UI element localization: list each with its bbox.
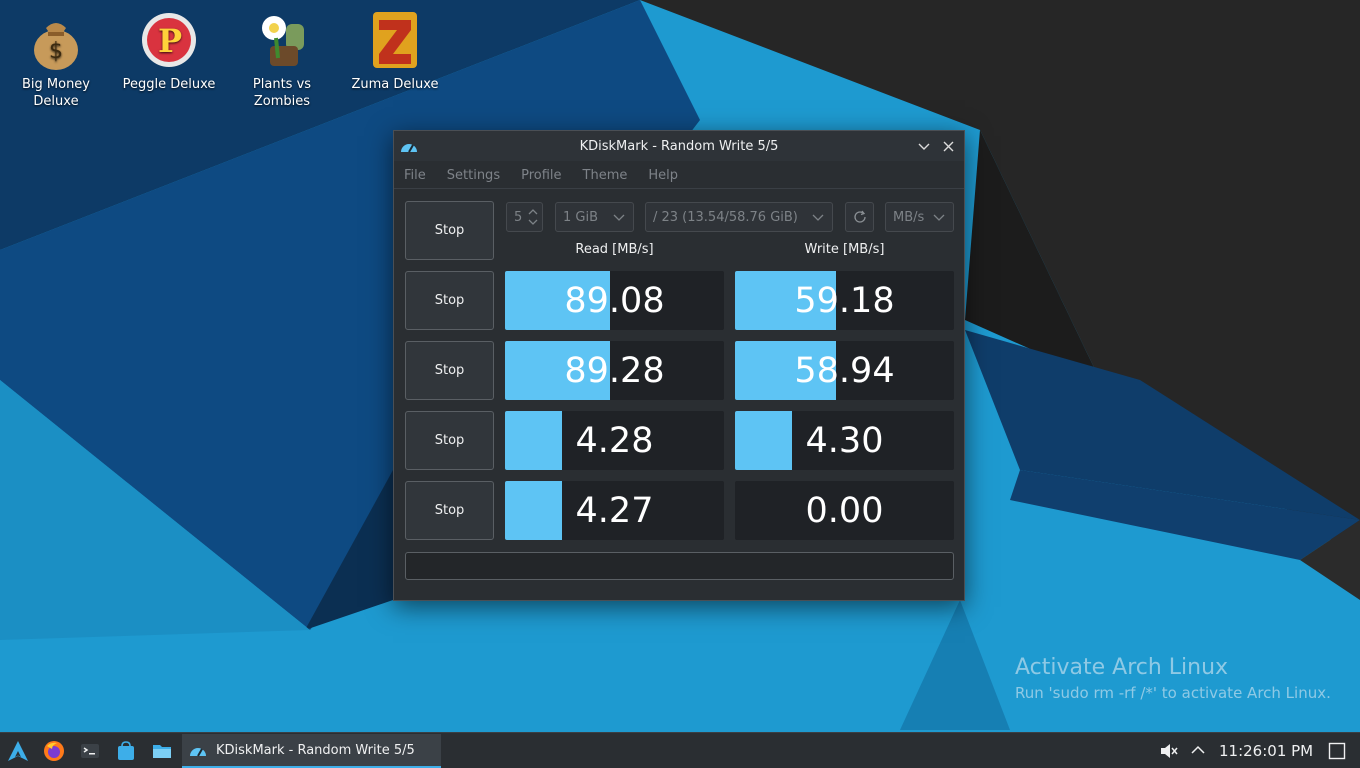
test-size-value: 1 GiB xyxy=(563,209,599,225)
desktop-icon-label: Peggle Deluxe xyxy=(122,77,216,92)
show-desktop-icon[interactable] xyxy=(1328,742,1346,760)
read-value: 4.28 xyxy=(575,420,654,461)
unit-value: MB/s xyxy=(893,209,925,225)
desktop-icon-zuma[interactable]: Zuma Deluxe xyxy=(345,10,445,93)
read-value: 89.28 xyxy=(564,350,665,391)
title-bar[interactable]: KDiskMark - Random Write 5/5 xyxy=(394,131,964,161)
svg-text:P: P xyxy=(158,22,182,60)
unit-dropdown[interactable]: MB/s xyxy=(885,202,954,232)
close-icon xyxy=(943,141,953,151)
taskbar: KDiskMark - Random Write 5/5 11:26:01 PM xyxy=(0,732,1360,768)
drive-dropdown[interactable]: / 23 (13.54/58.76 GiB) xyxy=(645,202,833,232)
desktop-icon-peggle[interactable]: P Peggle Deluxe xyxy=(119,10,219,93)
svg-text:$: $ xyxy=(49,39,63,64)
write-result: 59.18 xyxy=(735,271,954,330)
activation-title: Activate Arch Linux xyxy=(1015,655,1229,680)
activation-subtitle: Run 'sudo rm -rf /*' to activate Arch Li… xyxy=(1015,684,1331,702)
write-value: 4.30 xyxy=(805,420,884,461)
menu-bar: File Settings Profile Theme Help xyxy=(394,163,964,189)
menu-theme[interactable]: Theme xyxy=(583,168,628,183)
desktop-icon-label: Big Money Deluxe xyxy=(21,77,90,109)
write-value: 58.94 xyxy=(794,350,895,391)
write-value: 59.18 xyxy=(794,280,895,321)
write-result: 0.00 xyxy=(735,481,954,540)
close-button[interactable] xyxy=(938,136,958,156)
chevron-down-icon xyxy=(933,214,945,221)
desktop-icon-label: Plants vs Zombies xyxy=(252,77,312,109)
menu-file[interactable]: File xyxy=(404,168,426,183)
desktop-icon-plants-vs-zombies[interactable]: Plants vs Zombies xyxy=(232,10,332,110)
kdiskmark-app-icon xyxy=(401,144,417,153)
speaker-muted-icon[interactable] xyxy=(1159,741,1179,761)
read-value: 4.27 xyxy=(575,490,654,531)
runs-spinbox[interactable]: 5 xyxy=(506,202,543,232)
minimize-button[interactable] xyxy=(914,136,934,156)
read-result: 89.28 xyxy=(505,341,724,400)
write-column-header: Write [MB/s] xyxy=(804,242,885,257)
read-result: 4.27 xyxy=(505,481,724,540)
refresh-drives-button[interactable] xyxy=(845,202,874,232)
read-result: 4.28 xyxy=(505,411,724,470)
read-column-header: Read [MB/s] xyxy=(575,242,654,257)
read-result: 89.08 xyxy=(505,271,724,330)
task-label: KDiskMark - Random Write 5/5 xyxy=(216,742,415,758)
runs-value: 5 xyxy=(514,209,523,225)
firefox-icon[interactable] xyxy=(43,740,65,762)
kdiskmark-app-icon xyxy=(190,748,206,757)
write-result: 4.30 xyxy=(735,411,954,470)
window-title: KDiskMark - Random Write 5/5 xyxy=(579,138,779,154)
clock[interactable]: 11:26:01 PM xyxy=(1219,742,1313,760)
chevron-up-icon[interactable] xyxy=(1190,742,1206,758)
read-value: 89.08 xyxy=(564,280,665,321)
refresh-icon xyxy=(853,210,866,223)
arch-linux-icon[interactable] xyxy=(7,740,29,762)
menu-settings[interactable]: Settings xyxy=(447,168,500,183)
status-bar xyxy=(405,552,954,580)
desktop-icon-label: Zuma Deluxe xyxy=(351,77,439,92)
write-value: 0.00 xyxy=(805,490,884,531)
test-size-dropdown[interactable]: 1 GiB xyxy=(555,202,634,232)
peggle-icon: P xyxy=(142,13,196,67)
spin-arrows-icon xyxy=(528,209,538,225)
test-stop-button[interactable]: Stop xyxy=(405,341,494,400)
plants-vs-zombies-icon xyxy=(262,16,304,66)
terminal-icon[interactable] xyxy=(79,740,101,762)
file-manager-icon[interactable] xyxy=(151,740,173,762)
money-bag-icon: $ xyxy=(34,23,78,70)
test-stop-button[interactable]: Stop xyxy=(405,411,494,470)
zuma-icon xyxy=(373,12,417,68)
chevron-down-icon xyxy=(918,143,930,150)
menu-help[interactable]: Help xyxy=(648,168,678,183)
task-kdiskmark[interactable]: KDiskMark - Random Write 5/5 xyxy=(182,734,441,768)
menu-profile[interactable]: Profile xyxy=(521,168,561,183)
test-stop-button[interactable]: Stop xyxy=(405,481,494,540)
activation-watermark: Activate Arch Linux Run 'sudo rm -rf /*'… xyxy=(1015,655,1331,702)
stop-all-button[interactable]: Stop xyxy=(405,201,494,260)
chevron-down-icon xyxy=(812,214,824,221)
test-stop-button[interactable]: Stop xyxy=(405,271,494,330)
desktop-icon-big-money[interactable]: $ Big Money Deluxe xyxy=(6,10,106,110)
write-result: 58.94 xyxy=(735,341,954,400)
kdiskmark-window: KDiskMark - Random Write 5/5 File Settin… xyxy=(393,130,965,601)
drive-value: / 23 (13.54/58.76 GiB) xyxy=(653,209,798,225)
chevron-down-icon xyxy=(613,214,625,221)
discover-store-icon[interactable] xyxy=(115,740,137,762)
